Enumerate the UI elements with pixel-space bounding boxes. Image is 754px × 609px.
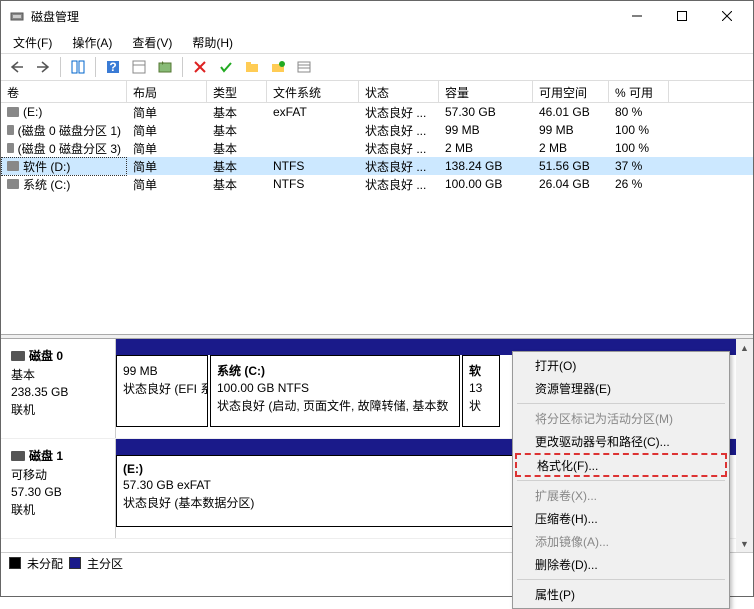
col-filesystem[interactable]: 文件系统 bbox=[267, 81, 359, 102]
action-icon[interactable] bbox=[266, 55, 290, 79]
help-button[interactable]: ? bbox=[101, 55, 125, 79]
cm-explorer[interactable]: 资源管理器(E) bbox=[515, 377, 727, 400]
toolbar: ? bbox=[1, 53, 753, 81]
volume-list: 卷 布局 类型 文件系统 状态 容量 可用空间 % 可用 (E:)简单基本exF… bbox=[1, 81, 753, 334]
minimize-button[interactable] bbox=[614, 1, 659, 31]
back-button[interactable] bbox=[5, 55, 29, 79]
col-available[interactable]: % 可用 bbox=[609, 81, 669, 102]
swatch-primary bbox=[69, 557, 81, 569]
menu-help[interactable]: 帮助(H) bbox=[188, 32, 237, 53]
check-icon[interactable] bbox=[214, 55, 238, 79]
vertical-scrollbar[interactable]: ▲ ▼ bbox=[736, 339, 753, 552]
disk-info-1[interactable]: 磁盘 1 可移动 57.30 GB 联机 bbox=[1, 439, 116, 538]
cm-open[interactable]: 打开(O) bbox=[515, 354, 727, 377]
volume-icon bbox=[7, 179, 19, 189]
close-button[interactable] bbox=[704, 1, 749, 31]
cm-shrink[interactable]: 压缩卷(H)... bbox=[515, 507, 727, 530]
refresh-button[interactable] bbox=[153, 55, 177, 79]
cm-format[interactable]: 格式化(F)... bbox=[515, 453, 727, 477]
cm-mirror: 添加镜像(A)... bbox=[515, 530, 727, 553]
cm-delete[interactable]: 删除卷(D)... bbox=[515, 553, 727, 576]
menu-file[interactable]: 文件(F) bbox=[9, 32, 56, 53]
volume-icon bbox=[7, 107, 19, 117]
forward-button[interactable] bbox=[31, 55, 55, 79]
table-body: (E:)简单基本exFAT状态良好 ...57.30 GB46.01 GB80 … bbox=[1, 103, 753, 334]
table-row[interactable]: (磁盘 0 磁盘分区 3)简单基本状态良好 ...2 MB2 MB100 % bbox=[1, 139, 753, 157]
view-button-1[interactable] bbox=[66, 55, 90, 79]
col-layout[interactable]: 布局 bbox=[127, 81, 207, 102]
cm-extend: 扩展卷(X)... bbox=[515, 484, 727, 507]
cm-change-letter[interactable]: 更改驱动器号和路径(C)... bbox=[515, 430, 727, 453]
col-capacity[interactable]: 容量 bbox=[439, 81, 533, 102]
titlebar: 磁盘管理 bbox=[1, 1, 753, 31]
folder-icon[interactable] bbox=[240, 55, 264, 79]
partition-box[interactable]: 99 MB状态良好 (EFI 系 bbox=[116, 355, 208, 427]
table-row[interactable]: 系统 (C:)简单基本NTFS状态良好 ...100.00 GB26.04 GB… bbox=[1, 175, 753, 193]
app-icon bbox=[9, 8, 25, 24]
cm-mark-active: 将分区标记为活动分区(M) bbox=[515, 407, 727, 430]
volume-icon bbox=[7, 161, 19, 171]
volume-icon bbox=[7, 125, 14, 135]
window-title: 磁盘管理 bbox=[31, 8, 614, 25]
menu-view[interactable]: 查看(V) bbox=[128, 32, 176, 53]
col-type[interactable]: 类型 bbox=[207, 81, 267, 102]
col-volume[interactable]: 卷 bbox=[1, 81, 127, 102]
maximize-button[interactable] bbox=[659, 1, 704, 31]
view-button-2[interactable] bbox=[127, 55, 151, 79]
volume-icon bbox=[7, 143, 14, 153]
scroll-up-icon[interactable]: ▲ bbox=[736, 339, 753, 356]
scroll-down-icon[interactable]: ▼ bbox=[736, 535, 753, 552]
partition-box[interactable]: 软13状 bbox=[462, 355, 500, 427]
disk-info-0[interactable]: 磁盘 0 基本 238.35 GB 联机 bbox=[1, 339, 116, 438]
context-menu: 打开(O) 资源管理器(E) 将分区标记为活动分区(M) 更改驱动器号和路径(C… bbox=[512, 351, 730, 609]
table-header: 卷 布局 类型 文件系统 状态 容量 可用空间 % 可用 bbox=[1, 81, 753, 103]
table-row[interactable]: (E:)简单基本exFAT状态良好 ...57.30 GB46.01 GB80 … bbox=[1, 103, 753, 121]
table-row[interactable]: (磁盘 0 磁盘分区 1)简单基本状态良好 ...99 MB99 MB100 % bbox=[1, 121, 753, 139]
swatch-unallocated bbox=[9, 557, 21, 569]
partition-box[interactable]: 系统 (C:)100.00 GB NTFS状态良好 (启动, 页面文件, 故障转… bbox=[210, 355, 460, 427]
cm-properties[interactable]: 属性(P) bbox=[515, 583, 727, 606]
disk-icon bbox=[11, 351, 25, 361]
list-icon[interactable] bbox=[292, 55, 316, 79]
menubar: 文件(F) 操作(A) 查看(V) 帮助(H) bbox=[1, 31, 753, 53]
col-free[interactable]: 可用空间 bbox=[533, 81, 609, 102]
delete-icon[interactable] bbox=[188, 55, 212, 79]
disk-icon bbox=[11, 451, 25, 461]
legend-primary: 主分区 bbox=[87, 555, 123, 572]
table-row[interactable]: 软件 (D:)简单基本NTFS状态良好 ...138.24 GB51.56 GB… bbox=[1, 157, 753, 175]
legend-unallocated: 未分配 bbox=[27, 555, 63, 572]
col-status[interactable]: 状态 bbox=[359, 81, 439, 102]
menu-action[interactable]: 操作(A) bbox=[68, 32, 116, 53]
svg-text:?: ? bbox=[109, 60, 116, 74]
